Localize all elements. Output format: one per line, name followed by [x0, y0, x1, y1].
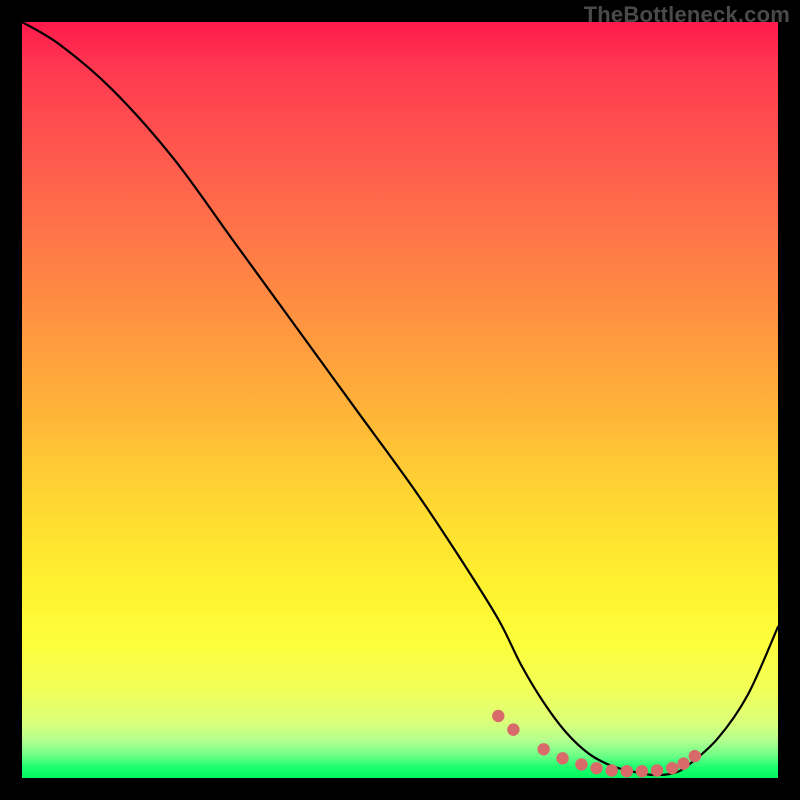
marker-dot [689, 750, 701, 762]
bottleneck-curve-svg [22, 22, 778, 778]
marker-dot [575, 758, 587, 770]
marker-dot [556, 752, 568, 764]
gradient-plot-area [22, 22, 778, 778]
marker-dot [666, 762, 678, 774]
marker-dot [651, 764, 663, 776]
marker-dot [677, 757, 689, 769]
marker-dot [605, 764, 617, 776]
marker-dot [537, 743, 549, 755]
chart-frame: TheBottleneck.com [0, 0, 800, 800]
marker-dot [507, 723, 519, 735]
main-curve [22, 22, 778, 775]
marker-dot [621, 765, 633, 777]
watermark-label: TheBottleneck.com [584, 2, 790, 28]
marker-dot [636, 765, 648, 777]
marker-dot [492, 710, 504, 722]
marker-group [492, 710, 701, 778]
marker-dot [590, 762, 602, 774]
